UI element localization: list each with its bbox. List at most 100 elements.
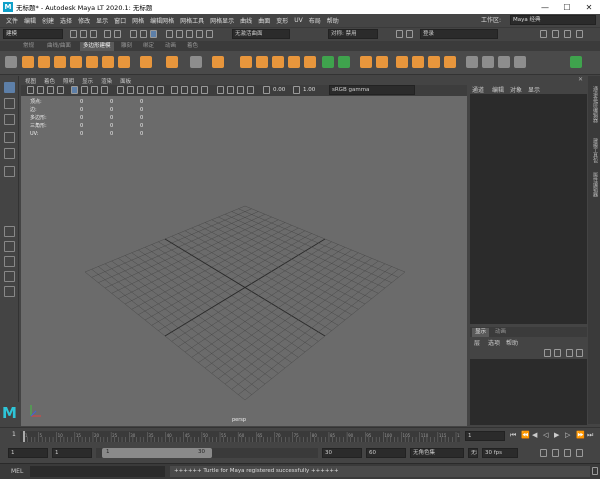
anti-aliasing-icon[interactable]: [237, 86, 244, 94]
select-component-icon[interactable]: [150, 30, 157, 38]
poly-plane-icon[interactable]: [102, 56, 114, 68]
step-back-frame-icon[interactable]: ◀: [532, 431, 537, 439]
shelf-tab-curves[interactable]: 曲线/曲面: [44, 42, 74, 51]
bridge-icon[interactable]: [338, 56, 350, 68]
playback-start-field[interactable]: 1: [52, 448, 92, 458]
cb-menu-channels[interactable]: 通道: [472, 85, 484, 94]
layer-list[interactable]: [470, 359, 587, 425]
poly-sphere-icon[interactable]: [22, 56, 34, 68]
single-pane-layout-icon[interactable]: [4, 226, 15, 237]
menu-select[interactable]: 选择: [57, 16, 75, 25]
screen-space-ao-icon[interactable]: [217, 86, 224, 94]
menu-help[interactable]: 帮助: [324, 16, 342, 25]
lights-icon[interactable]: [147, 86, 154, 94]
snap-grid-icon[interactable]: [166, 30, 173, 38]
poly-type-icon[interactable]: [190, 56, 202, 68]
shelf-editor-icon[interactable]: [570, 56, 582, 68]
move-layer-down-icon[interactable]: [554, 349, 561, 357]
play-forwards-icon[interactable]: ▶: [554, 431, 559, 439]
poly-disc-icon[interactable]: [118, 56, 130, 68]
smooth-icon[interactable]: [256, 56, 268, 68]
shelf-tab-poly-modeling[interactable]: 多边形建模: [80, 42, 114, 51]
edge-loop-icon[interactable]: [444, 56, 456, 68]
go-to-end-icon[interactable]: ⏭: [587, 431, 593, 440]
xray-icon[interactable]: [181, 86, 188, 94]
command-input[interactable]: [30, 466, 165, 477]
tab-attribute-editor[interactable]: 属性编辑器: [589, 172, 599, 197]
layer-menu-layers[interactable]: 层: [474, 338, 480, 347]
image-plane-icon[interactable]: [57, 86, 64, 94]
menu-modify[interactable]: 修改: [75, 16, 93, 25]
snap-point-icon[interactable]: [186, 30, 193, 38]
quad-draw-icon[interactable]: [428, 56, 440, 68]
menu-mesh-display[interactable]: 网格显示: [207, 16, 237, 25]
snap-surface-icon[interactable]: [206, 30, 213, 38]
shelf-tab-general[interactable]: 常规: [20, 42, 37, 51]
layer-menu-help[interactable]: 帮助: [506, 338, 518, 347]
layer-tab-anim[interactable]: 动画: [492, 328, 509, 337]
film-gate-icon[interactable]: [81, 86, 88, 94]
menu-mesh[interactable]: 网格: [129, 16, 147, 25]
poly-cylinder-icon[interactable]: [54, 56, 66, 68]
smooth-shade-icon[interactable]: [127, 86, 134, 94]
menu-edit[interactable]: 编辑: [21, 16, 39, 25]
render-icon[interactable]: [396, 30, 403, 38]
view-transform-select[interactable]: sRGB gamma: [329, 85, 415, 95]
range-handle[interactable]: 1 30: [102, 448, 212, 458]
animation-prefs-icon[interactable]: [576, 449, 583, 457]
snap-view-icon[interactable]: [196, 30, 203, 38]
shelf-tab-animation[interactable]: 动画: [162, 42, 179, 51]
current-frame-field[interactable]: 1: [465, 431, 505, 441]
fps-select[interactable]: 30 fps: [482, 448, 518, 458]
menu-windows[interactable]: 窗口: [111, 16, 129, 25]
fill-hole-icon[interactable]: [304, 56, 316, 68]
loop-icon[interactable]: [540, 449, 547, 457]
vp-menu-panels[interactable]: 面板: [116, 77, 135, 85]
camera-attributes-icon[interactable]: [37, 86, 44, 94]
undo-icon[interactable]: [104, 30, 111, 38]
layer-menu-options[interactable]: 选项: [488, 338, 500, 347]
step-forward-key-icon[interactable]: ⏩: [576, 431, 585, 439]
auto-key-icon[interactable]: [564, 449, 571, 457]
workspace-select[interactable]: Maya 经典: [510, 15, 596, 25]
toggle-modeling-toolkit-icon[interactable]: [540, 30, 547, 38]
step-back-key-icon[interactable]: ⏪: [521, 431, 530, 439]
animation-end-field[interactable]: 60: [366, 448, 406, 458]
menu-mesh-tools[interactable]: 网格工具: [177, 16, 207, 25]
mel-label[interactable]: MEL: [11, 468, 23, 475]
tab-modeling-toolkit[interactable]: 建模工具包: [589, 138, 599, 163]
sound-icon[interactable]: [552, 449, 559, 457]
channel-box-body[interactable]: [470, 94, 587, 324]
cylindrical-map-icon[interactable]: [514, 56, 526, 68]
snap-curve-icon[interactable]: [176, 30, 183, 38]
outliner-layout-icon[interactable]: [4, 286, 15, 297]
close-button[interactable]: ✕: [578, 0, 600, 14]
mirror-icon[interactable]: [288, 56, 300, 68]
persp-outliner-layout-icon[interactable]: [4, 271, 15, 282]
script-editor-icon[interactable]: [592, 467, 598, 475]
save-scene-icon[interactable]: [90, 30, 97, 38]
menu-curves[interactable]: 曲线: [237, 16, 255, 25]
menu-layout[interactable]: 布局: [306, 16, 324, 25]
paint-select-icon[interactable]: [4, 114, 15, 125]
cb-menu-object[interactable]: 对象: [510, 85, 522, 94]
extrude-icon[interactable]: [322, 56, 334, 68]
textured-icon[interactable]: [137, 86, 144, 94]
menu-file[interactable]: 文件: [3, 16, 21, 25]
symmetry-select[interactable]: 对称: 禁用: [328, 29, 378, 39]
planar-map-icon[interactable]: [482, 56, 494, 68]
poly-cone-icon[interactable]: [70, 56, 82, 68]
current-frame-marker[interactable]: 1: [12, 431, 18, 442]
platonic-solid-icon[interactable]: [140, 56, 152, 68]
play-backwards-icon[interactable]: ◁: [543, 431, 548, 439]
login-select[interactable]: 登录: [420, 29, 498, 39]
new-scene-icon[interactable]: [70, 30, 77, 38]
playback-end-field[interactable]: 30: [322, 448, 362, 458]
bookmarks-icon[interactable]: [47, 86, 54, 94]
tab-channel-box-layer-editor[interactable]: 通道盒/层编辑器: [589, 86, 599, 123]
menu-surfaces[interactable]: 曲面: [255, 16, 273, 25]
character-set-select[interactable]: 无角色集: [410, 448, 464, 458]
menu-uv[interactable]: UV: [291, 17, 306, 24]
rotate-tool-icon[interactable]: [4, 148, 15, 159]
bevel-icon[interactable]: [360, 56, 372, 68]
